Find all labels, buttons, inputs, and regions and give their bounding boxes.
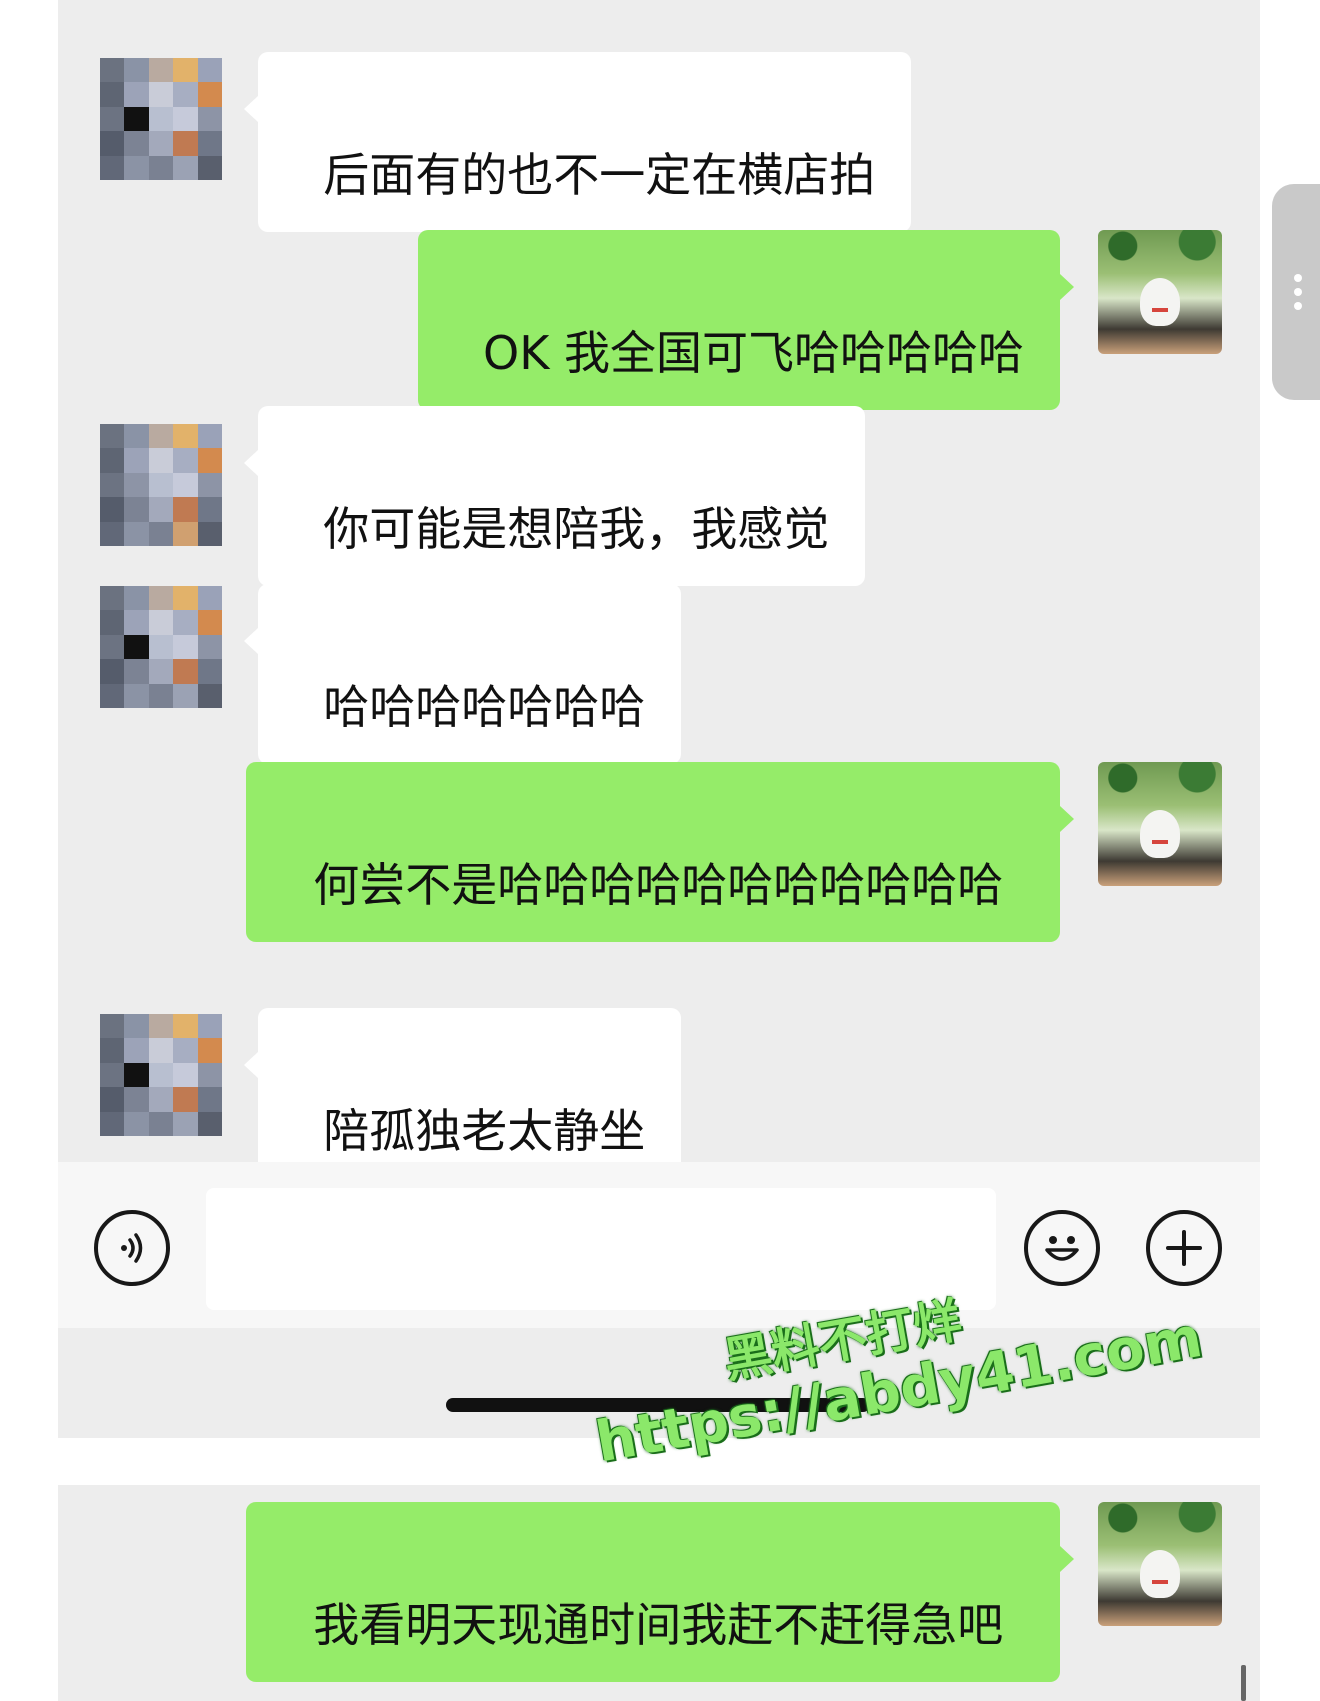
message-text: OK 我全国可飞哈哈哈哈哈	[483, 326, 1024, 380]
message-bubble-received[interactable]: 你可能是想陪我，我感觉	[243, 406, 866, 586]
message-text: 哈哈哈哈哈哈哈	[323, 680, 646, 734]
message-text: 何尝不是哈哈哈哈哈哈哈哈哈哈哈	[313, 858, 1004, 912]
message-text: 后面有的也不一定在横店拍	[323, 148, 876, 202]
plus-icon	[1166, 1230, 1202, 1266]
side-handle[interactable]	[1272, 184, 1320, 400]
message-bubble-received[interactable]: 后面有的也不一定在横店拍	[243, 52, 912, 232]
home-indicator	[446, 1398, 870, 1412]
emoji-icon	[1045, 1236, 1079, 1261]
message-text: 我看明天现通时间我赶不赶得急吧	[313, 1598, 1004, 1652]
my-avatar[interactable]	[1098, 230, 1222, 354]
my-avatar[interactable]	[1098, 1502, 1222, 1626]
emoji-button[interactable]	[1024, 1210, 1100, 1286]
voice-button[interactable]	[94, 1210, 170, 1286]
message-text: 陪孤独老太静坐	[323, 1104, 646, 1158]
message-bubble-sent[interactable]: 何尝不是哈哈哈哈哈哈哈哈哈哈哈	[246, 762, 1074, 942]
message-text: 你可能是想陪我，我感觉	[323, 502, 830, 556]
contact-avatar[interactable]	[100, 58, 222, 180]
message-input[interactable]	[206, 1188, 996, 1310]
contact-avatar[interactable]	[100, 586, 222, 708]
message-bubble-sent[interactable]: 我看明天现通时间我赶不赶得急吧	[246, 1502, 1074, 1682]
contact-avatar[interactable]	[100, 1014, 222, 1136]
message-bubble-received[interactable]: 哈哈哈哈哈哈哈	[243, 584, 682, 764]
my-avatar[interactable]	[1098, 762, 1222, 886]
voice-icon	[121, 1233, 143, 1263]
message-bubble-sent[interactable]: OK 我全国可飞哈哈哈哈哈	[417, 230, 1075, 410]
scrollbar[interactable]	[1241, 1665, 1246, 1701]
message-bubble-received[interactable]: 陪孤独老太静坐	[243, 1008, 682, 1188]
contact-avatar[interactable]	[100, 424, 222, 546]
plus-button[interactable]	[1146, 1210, 1222, 1286]
